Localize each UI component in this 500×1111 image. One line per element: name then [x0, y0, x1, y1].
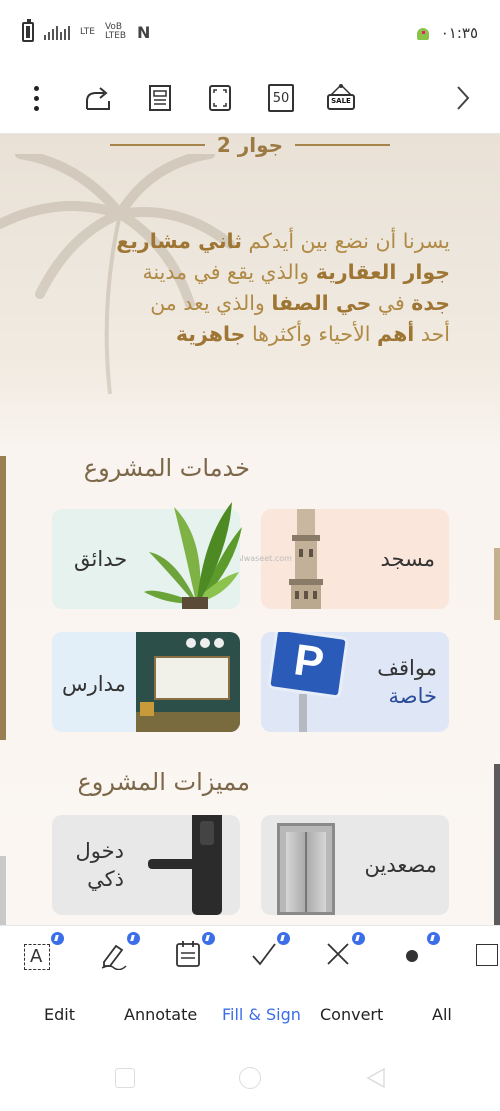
- title-divider: [295, 144, 390, 146]
- rectangle-icon[interactable]: [474, 938, 500, 972]
- checkmark-icon[interactable]: [250, 932, 290, 972]
- intro-bold: أهم: [377, 322, 415, 346]
- right-dark-bar: [494, 764, 500, 925]
- clock: ٠١:٣٥: [440, 24, 478, 42]
- text-tool-glyph: A: [30, 946, 43, 967]
- title-text: جوار 2: [216, 134, 284, 157]
- sign-pole: [299, 694, 307, 732]
- parking-p: P: [290, 635, 327, 688]
- more-vertical-icon[interactable]: [16, 78, 56, 118]
- elevators-label: مصعدين: [364, 853, 437, 877]
- clock-icon: [200, 638, 210, 648]
- premium-badge-icon: [51, 932, 64, 945]
- bottom-tabs: Edit Annotate Fill & Sign Convert All: [0, 985, 500, 1047]
- sale-tag-icon[interactable]: SALE: [321, 78, 361, 118]
- intro-text: والذي يقع في مدينة: [142, 260, 316, 284]
- sale-label: SALE: [331, 97, 351, 105]
- elevator-icon: [277, 823, 335, 915]
- tab-all[interactable]: All: [432, 1005, 452, 1024]
- project-title: جوار 2: [110, 134, 390, 157]
- intro-bold: حي الصفا: [271, 291, 372, 315]
- clock-icon: [214, 638, 224, 648]
- left-accent-bar: [0, 456, 6, 740]
- plant-icon: [144, 502, 242, 609]
- form-icon[interactable]: [175, 932, 215, 972]
- clock-icon: [186, 638, 196, 648]
- android-debug-icon: [415, 25, 431, 41]
- intro-text: والذي يعد من: [150, 291, 272, 315]
- status-bar: LTE VoB LTEB N ٠١:٣٥: [0, 0, 500, 62]
- premium-badge-icon: [202, 932, 215, 945]
- tab-edit[interactable]: Edit: [44, 1005, 75, 1024]
- features-heading: مميزات المشروع: [77, 768, 250, 796]
- whiteboard: [154, 656, 230, 700]
- intro-bold: ثاني مشاريع: [116, 229, 242, 253]
- premium-badge-icon: [127, 932, 140, 945]
- lte-label: LTE: [80, 26, 95, 37]
- parking-label-line2: خاصة: [388, 684, 437, 708]
- intro-bold: جاهزية: [175, 322, 246, 346]
- home-icon[interactable]: [239, 1067, 261, 1089]
- parking-label-line1: مواقف: [377, 656, 437, 680]
- text-box-icon[interactable]: A: [24, 932, 64, 972]
- intro-paragraph: يسرنا أن نضع بين أيدكم ثاني مشاريع جوار …: [50, 226, 450, 350]
- premium-badge-icon: [427, 932, 440, 945]
- share-icon[interactable]: [78, 78, 118, 118]
- gardens-label: حدائق: [74, 547, 128, 571]
- parking-card: P مواقف خاصة: [261, 632, 449, 732]
- parking-sign-icon: P: [267, 632, 349, 699]
- right-accent-bar: [494, 548, 500, 620]
- parking-label: مواقف خاصة: [357, 654, 437, 710]
- signature-pen-icon[interactable]: [100, 932, 140, 972]
- system-nav-bar: [0, 1047, 500, 1111]
- page-view-icon[interactable]: [140, 78, 180, 118]
- intro-text: يسرنا أن نضع بين أيدكم: [241, 229, 450, 253]
- tab-fill-sign[interactable]: Fill & Sign: [222, 1005, 301, 1024]
- intro-text: في: [371, 291, 412, 315]
- intro-text: الأحياء وأكثرها: [245, 322, 378, 346]
- fill-sign-tools: A: [0, 925, 500, 985]
- premium-badge-icon: [352, 932, 365, 945]
- intro-bold: جوار العقارية: [315, 260, 450, 284]
- left-gray-bar: [0, 856, 6, 925]
- elevators-card: مصعدين: [261, 815, 449, 915]
- volte-label: VoB LTEB: [104, 22, 127, 41]
- mosque-label: مسجد: [380, 547, 435, 571]
- tab-convert[interactable]: Convert: [320, 1005, 383, 1024]
- cross-icon[interactable]: [325, 932, 365, 972]
- nfc-icon: N: [136, 22, 151, 42]
- document-page[interactable]: جوار 2 يسرنا أن نضع بين أيدكم ثاني مشاري…: [0, 134, 500, 925]
- watermark: Alwaseet.com: [236, 554, 292, 563]
- lock-screen: [200, 821, 214, 845]
- tab-annotate[interactable]: Annotate: [124, 1005, 197, 1024]
- next-icon[interactable]: [443, 78, 483, 118]
- services-heading: خدمات المشروع: [83, 454, 250, 482]
- dot-icon[interactable]: [400, 932, 440, 972]
- status-left: LTE VoB LTEB N: [22, 19, 151, 42]
- premium-badge-icon: [277, 932, 290, 945]
- intro-text: أحد: [414, 322, 450, 346]
- fullscreen-icon[interactable]: [200, 78, 240, 118]
- classroom-icon: [136, 632, 240, 732]
- smart-entry-card: دخول ذكي: [52, 815, 240, 915]
- recents-icon[interactable]: [115, 1068, 135, 1088]
- top-toolbar: 50 SALE: [0, 62, 500, 134]
- signal-icon: [44, 24, 70, 40]
- status-right: ٠١:٣٥: [415, 24, 478, 42]
- smart-entry-label: دخول ذكي: [64, 837, 124, 893]
- page-number: 50: [268, 84, 294, 112]
- door-gap: [305, 832, 307, 912]
- schools-label: مدارس: [62, 672, 126, 696]
- smart-entry-line1: دخول: [75, 839, 124, 863]
- page-number-button[interactable]: 50: [261, 78, 301, 118]
- door-handle: [148, 859, 202, 869]
- title-divider: [110, 144, 205, 146]
- intro-bold: جدة: [411, 291, 450, 315]
- smart-entry-line2: ذكي: [87, 867, 124, 891]
- books: [140, 702, 154, 716]
- back-icon[interactable]: [364, 1066, 388, 1090]
- gardens-card: حدائق: [52, 502, 242, 609]
- battery-icon: [22, 19, 34, 42]
- schools-card: مدارس: [52, 632, 240, 732]
